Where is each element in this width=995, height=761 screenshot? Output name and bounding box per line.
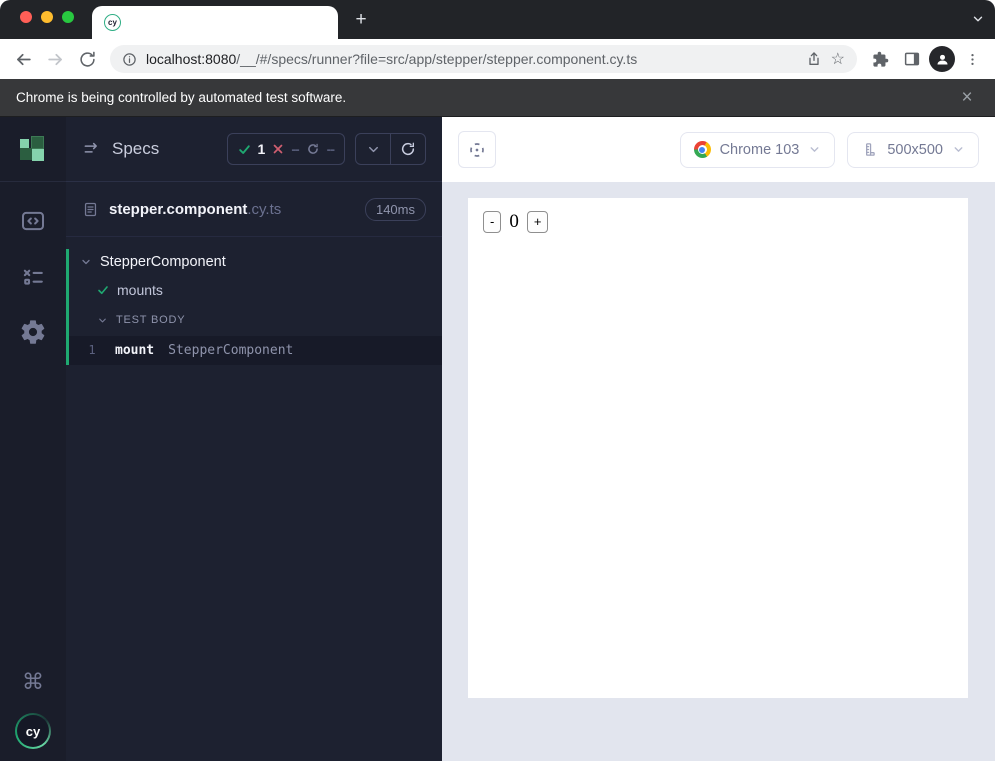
suite-row[interactable]: StepperComponent bbox=[69, 249, 442, 275]
viewport-size-label: 500x500 bbox=[887, 142, 943, 158]
forward-button[interactable] bbox=[40, 44, 70, 74]
test-stats: 1 -- -- bbox=[227, 133, 345, 165]
stepper-component: - 0 + bbox=[468, 198, 968, 233]
spec-duration-badge: 140ms bbox=[365, 198, 426, 221]
spec-document-icon bbox=[82, 201, 99, 218]
viewport-background: - 0 + bbox=[442, 182, 995, 761]
banner-close-icon[interactable]: × bbox=[955, 88, 979, 107]
new-tab-button[interactable]: + bbox=[348, 7, 374, 33]
suite-block: StepperComponent mounts TEST BODY 1 moun… bbox=[66, 249, 442, 365]
browser-tab[interactable]: cy bbox=[92, 6, 338, 39]
browser-toolbar: localhost:8080/__/#/specs/runner?file=sr… bbox=[0, 39, 995, 79]
spec-file-row[interactable]: stepper.component.cy.ts 140ms bbox=[66, 182, 442, 237]
app-home-button[interactable] bbox=[0, 117, 66, 182]
reload-button[interactable] bbox=[72, 44, 102, 74]
tab-strip: cy + bbox=[0, 0, 995, 39]
profile-avatar[interactable] bbox=[929, 46, 955, 72]
address-bar[interactable]: localhost:8080/__/#/specs/runner?file=sr… bbox=[110, 45, 857, 73]
url-text[interactable]: localhost:8080/__/#/specs/runner?file=sr… bbox=[146, 51, 797, 67]
keyboard-shortcuts-icon[interactable]: ⌘ bbox=[22, 670, 44, 695]
command-log-row[interactable]: 1 mount StepperComponent bbox=[69, 336, 442, 365]
cypress-app-logo-icon bbox=[20, 136, 47, 163]
test-body-section-row[interactable]: TEST BODY bbox=[69, 305, 442, 331]
suite-title: StepperComponent bbox=[100, 254, 226, 270]
browser-menu-icon[interactable] bbox=[957, 44, 987, 74]
crosshair-icon bbox=[467, 140, 487, 160]
stepper-value: 0 bbox=[509, 211, 519, 233]
nav-runs-icon[interactable] bbox=[18, 262, 48, 292]
viewport-select-chevron-icon bbox=[952, 143, 965, 156]
passed-count: 1 bbox=[258, 141, 266, 157]
browser-window: cy + localhost:8080/__/#/specs/runner?fi… bbox=[0, 0, 995, 761]
selector-playground-button[interactable] bbox=[458, 131, 496, 168]
reporter-panel: Specs 1 -- -- bbox=[66, 117, 442, 761]
test-tree: StepperComponent mounts TEST BODY 1 moun… bbox=[66, 237, 442, 761]
automation-banner: Chrome is being controlled by automated … bbox=[0, 79, 995, 117]
fullscreen-window-button[interactable] bbox=[62, 11, 74, 23]
reporter-actions bbox=[355, 133, 426, 165]
runner-pane: Chrome 103 500x500 - 0 + bbox=[442, 117, 995, 761]
browser-select-label: Chrome 103 bbox=[720, 142, 800, 158]
page-info-icon[interactable] bbox=[122, 52, 137, 67]
browser-select-dropdown[interactable]: Chrome 103 bbox=[680, 132, 836, 168]
section-title: TEST BODY bbox=[116, 314, 185, 326]
share-icon[interactable] bbox=[806, 51, 822, 67]
test-passed-check-icon bbox=[97, 284, 109, 296]
reporter-header: Specs 1 -- -- bbox=[66, 117, 442, 182]
pending-refresh-icon bbox=[306, 142, 320, 156]
failed-count: -- bbox=[291, 141, 298, 157]
ruler-icon bbox=[861, 141, 878, 158]
collapse-specs-list-icon[interactable] bbox=[82, 139, 102, 159]
test-row[interactable]: mounts bbox=[69, 275, 442, 305]
close-window-button[interactable] bbox=[20, 11, 32, 23]
tab-search-chevron-icon[interactable] bbox=[971, 12, 985, 31]
decrement-button[interactable]: - bbox=[483, 211, 501, 233]
failed-x-icon bbox=[272, 143, 284, 155]
url-domain: localhost:8080 bbox=[146, 51, 236, 67]
side-panel-icon[interactable] bbox=[897, 44, 927, 74]
command-number: 1 bbox=[69, 343, 115, 357]
cypress-app: ⌘ cy Specs 1 -- -- bbox=[0, 117, 995, 761]
suite-chevron-icon bbox=[80, 256, 92, 268]
nav-specs-icon[interactable] bbox=[18, 206, 48, 236]
spec-file-name: stepper.component.cy.ts bbox=[109, 201, 281, 218]
increment-button[interactable]: + bbox=[527, 211, 549, 233]
command-message: StepperComponent bbox=[168, 343, 293, 358]
back-button[interactable] bbox=[8, 44, 38, 74]
browser-select-chevron-icon bbox=[808, 143, 821, 156]
aut-iframe: - 0 + bbox=[468, 198, 968, 698]
rerun-tests-icon[interactable] bbox=[391, 134, 425, 164]
cypress-favicon-icon: cy bbox=[104, 14, 121, 31]
url-path: /__/#/specs/runner?file=src/app/stepper/… bbox=[236, 51, 637, 67]
minimize-window-button[interactable] bbox=[41, 11, 53, 23]
extensions-puzzle-icon[interactable] bbox=[865, 44, 895, 74]
specs-panel-title: Specs bbox=[112, 139, 159, 159]
passed-check-icon bbox=[238, 143, 251, 156]
command-method: mount bbox=[115, 343, 154, 358]
spec-file-extension: .cy.ts bbox=[247, 201, 281, 218]
section-chevron-icon bbox=[97, 315, 108, 326]
cypress-cy-logo-icon: cy bbox=[17, 715, 49, 747]
automation-banner-text: Chrome is being controlled by automated … bbox=[16, 90, 346, 105]
nav-settings-gear-icon[interactable] bbox=[19, 318, 47, 346]
chrome-logo-icon bbox=[694, 141, 711, 158]
test-title: mounts bbox=[117, 282, 163, 298]
app-nav-sidebar: ⌘ cy bbox=[0, 117, 66, 761]
window-controls bbox=[20, 11, 74, 23]
runner-header: Chrome 103 500x500 bbox=[442, 117, 995, 182]
viewport-size-dropdown[interactable]: 500x500 bbox=[847, 132, 979, 168]
cypress-logo-button[interactable]: cy bbox=[15, 713, 51, 749]
pending-count: -- bbox=[327, 141, 334, 157]
testing-preferences-chevron-icon[interactable] bbox=[356, 134, 390, 164]
bookmark-star-icon[interactable]: ☆ bbox=[831, 49, 845, 69]
